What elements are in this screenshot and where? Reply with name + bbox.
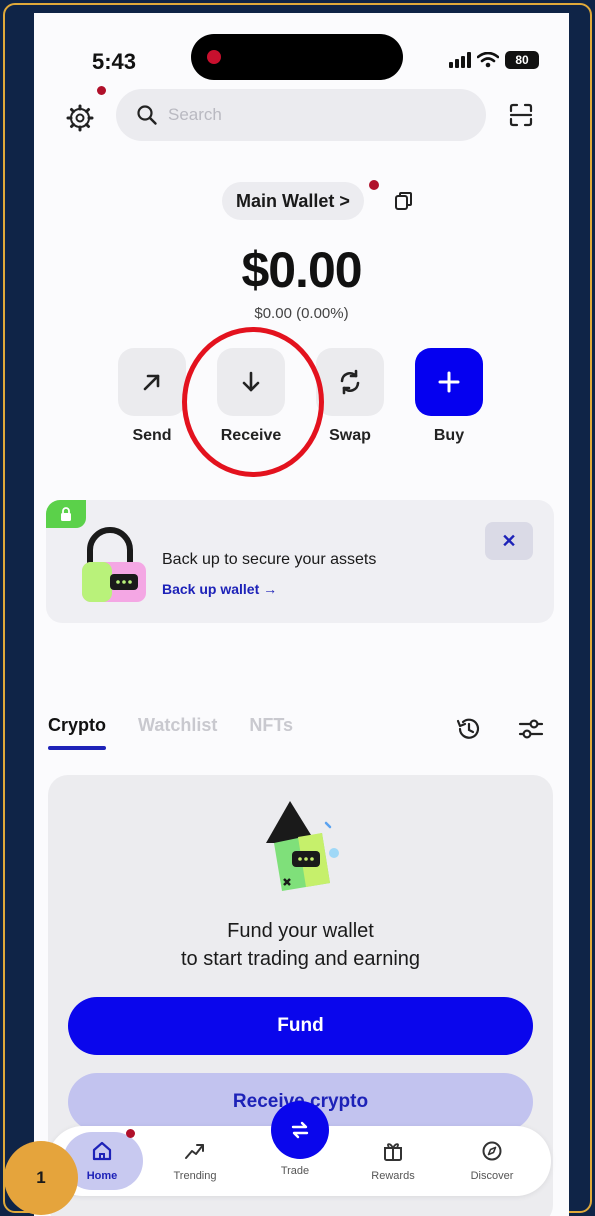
cellular-signal-icon — [449, 52, 471, 68]
settings-gear-icon[interactable] — [66, 104, 94, 132]
wallet-balance: $0.00 — [241, 242, 362, 298]
home-notification-dot — [126, 1129, 135, 1138]
swap-icon — [340, 369, 360, 395]
tab-discover[interactable]: Discover — [452, 1126, 532, 1196]
fund-title-line2: to start trading and earning — [180, 948, 421, 970]
trending-label: Trending — [173, 1170, 217, 1182]
wallet-notification-dot — [369, 180, 379, 190]
send-button[interactable]: Send — [112, 348, 192, 445]
plus-icon — [438, 371, 460, 393]
send-label: Send — [132, 427, 172, 444]
backup-banner: Back up to secure your assets Back up wa… — [46, 500, 554, 623]
backup-title: Back up to secure your assets — [162, 551, 377, 568]
dynamic-island — [191, 34, 403, 80]
padlock-illustration-icon — [82, 527, 146, 602]
backup-wallet-link[interactable]: Back up wallet → — [162, 581, 277, 597]
rewards-label: Rewards — [371, 1170, 415, 1182]
phone-screen: 5:43 80 Search Main Wallet > $0.00 $0.00… — [34, 13, 569, 1216]
scan-qr-icon[interactable] — [508, 102, 534, 128]
arrow-up-right-icon — [143, 374, 160, 391]
buy-tile[interactable] — [415, 348, 483, 416]
filter-sliders-icon[interactable] — [518, 717, 544, 741]
recording-indicator-icon — [207, 50, 221, 64]
gift-icon — [384, 1143, 402, 1161]
wallet-illustration-icon — [266, 801, 339, 891]
tab-rewards[interactable]: Rewards — [353, 1126, 433, 1196]
copy-icon[interactable] — [393, 190, 415, 212]
step-number-badge: 1 — [4, 1141, 78, 1215]
buy-label: Buy — [433, 427, 465, 444]
send-tile[interactable] — [118, 348, 186, 416]
balance-change: $0.00 (0.00%) — [254, 305, 349, 322]
fund-title: Fund your wallet to start trading and ea… — [48, 917, 553, 973]
close-banner-button[interactable]: ✕ — [485, 522, 533, 560]
tab-watchlist[interactable]: Watchlist — [138, 715, 217, 736]
fund-button[interactable]: Fund — [68, 997, 533, 1055]
settings-notification-dot — [97, 86, 106, 95]
compass-icon — [482, 1141, 502, 1161]
search-bar[interactable] — [116, 89, 486, 141]
fund-title-line1: Fund your wallet — [227, 920, 374, 942]
tab-nfts[interactable]: NFTs — [249, 715, 293, 736]
status-icons: 80 — [449, 51, 539, 69]
tab-trending[interactable]: Trending — [155, 1126, 235, 1196]
trade-label: Trade — [280, 1165, 310, 1177]
trending-icon — [185, 1144, 204, 1159]
swap-label: Swap — [329, 427, 371, 444]
home-icon — [92, 1141, 112, 1161]
discover-label: Discover — [470, 1170, 514, 1182]
highlight-circle-annotation — [182, 327, 324, 477]
search-input[interactable] — [168, 105, 468, 125]
swap-arrows-icon — [291, 1121, 309, 1139]
wifi-icon — [477, 52, 499, 68]
buy-button[interactable]: Buy — [409, 348, 489, 445]
tab-crypto[interactable]: Crypto — [48, 715, 106, 750]
swap-tile[interactable] — [316, 348, 384, 416]
status-time: 5:43 — [92, 49, 137, 74]
history-icon[interactable] — [455, 716, 481, 742]
battery-indicator: 80 — [505, 51, 539, 69]
wallet-selector[interactable]: Main Wallet > — [222, 182, 364, 220]
search-icon — [137, 105, 157, 125]
asset-tabs: Crypto Watchlist NFTs — [48, 715, 293, 750]
trade-button[interactable] — [271, 1101, 329, 1159]
